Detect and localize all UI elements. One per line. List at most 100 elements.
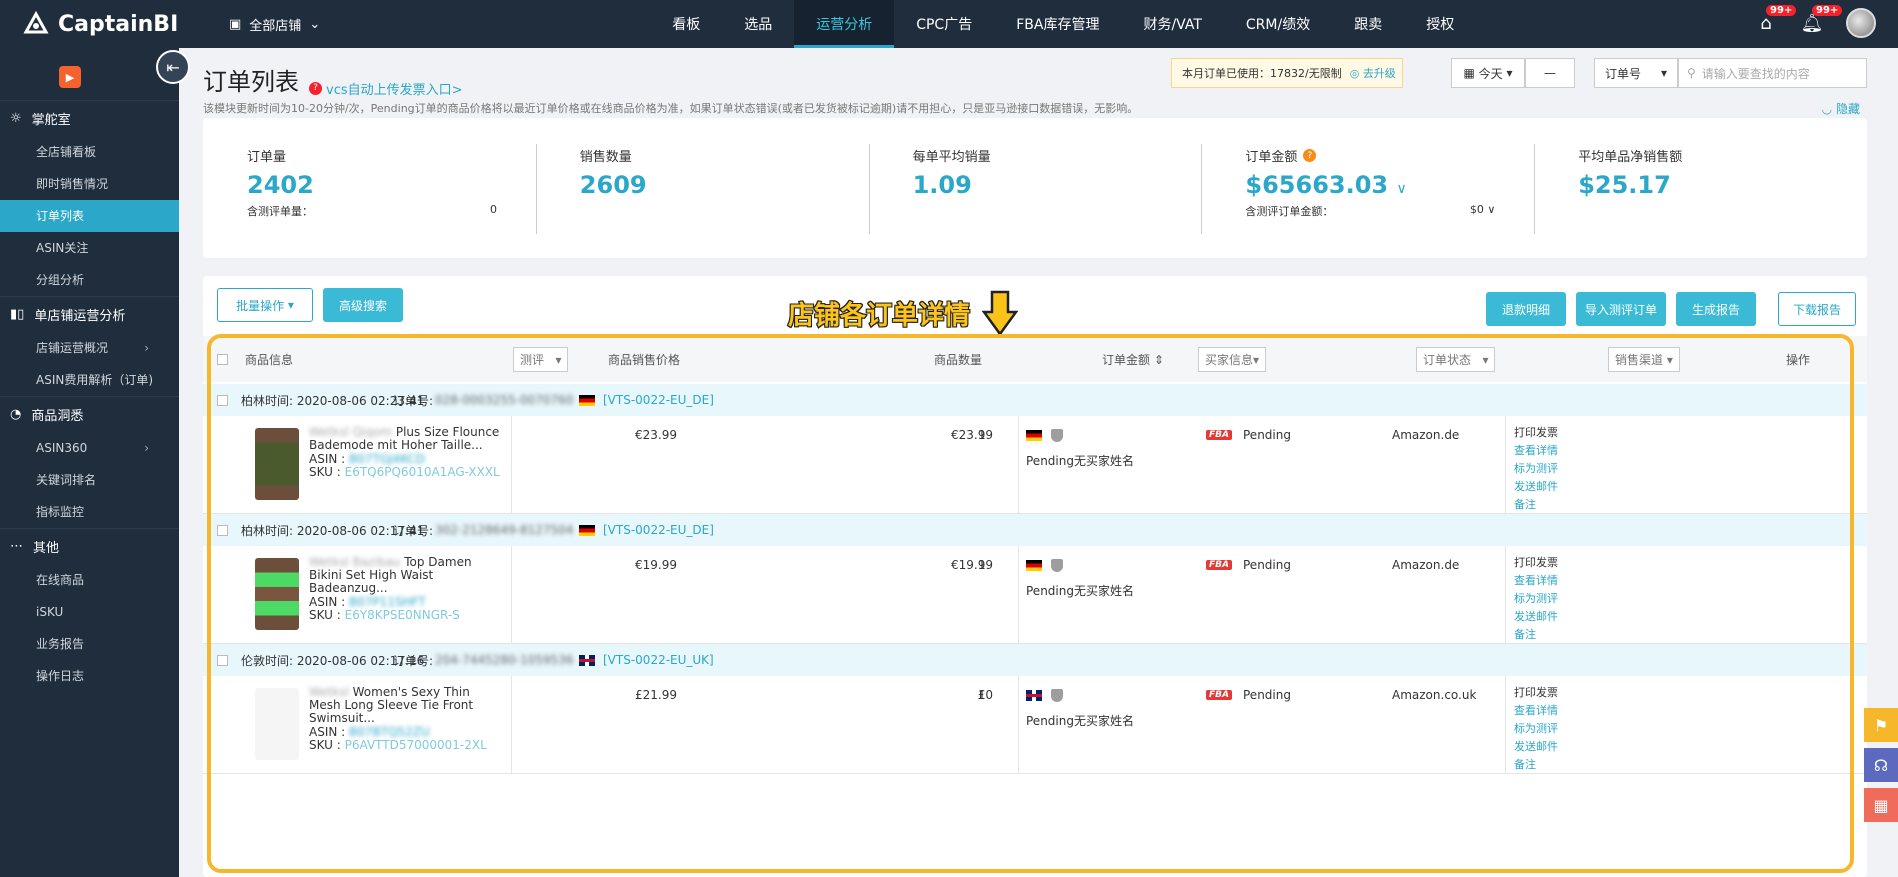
order-action-2[interactable]: 标为测评 <box>1514 460 1558 478</box>
store-link[interactable]: [VTS-0022-EU_DE] <box>603 393 714 407</box>
order-action-0[interactable]: 打印发票 <box>1514 554 1558 572</box>
store-selector[interactable]: ▣ 全部店铺 ⌄ <box>229 15 320 34</box>
help-icon[interactable]: ? <box>1303 149 1317 162</box>
order-action-3[interactable]: 发送邮件 <box>1514 478 1558 496</box>
gift-icon[interactable]: ▦ <box>1864 788 1898 822</box>
asin-value[interactable]: B07TGJ4KCD <box>349 452 425 466</box>
vcs-upload-link[interactable]: ? vcs自动上传发票入口> <box>309 79 463 98</box>
announcement-button[interactable]: ⌂ 99+ <box>1754 5 1797 35</box>
asin-value[interactable]: B07BTQ52ZU <box>349 725 430 739</box>
download-report-button[interactable]: 下载报告 <box>1778 292 1856 326</box>
sidebar-section[interactable]: ▮▯ 单店铺运营分析 <box>0 296 179 332</box>
sidebar-item[interactable]: 订单列表 <box>0 200 179 232</box>
buyer-filter[interactable]: 买家信息▾ <box>1198 346 1267 372</box>
upgrade-link[interactable]: ◎ 去升级 <box>1350 65 1396 81</box>
order-amount: £0 <box>977 688 993 702</box>
chevron-down-icon[interactable]: ∨ <box>1396 181 1406 197</box>
order-action-1[interactable]: 查看详情 <box>1514 442 1558 460</box>
search-input[interactable]: ⚲ 请输入要查找的内容 <box>1678 58 1867 88</box>
nav-item[interactable]: FBA库存管理 <box>994 0 1121 48</box>
import-review-orders-button[interactable]: 导入测评订单 <box>1576 292 1666 326</box>
select-all-checkbox[interactable] <box>217 353 228 365</box>
date-selector[interactable]: ▦ 今天 ▾ <box>1451 58 1525 88</box>
search-type-select[interactable]: 订单号 ▾ <box>1594 58 1678 88</box>
sidebar-item[interactable]: 关键词排名 <box>0 464 179 496</box>
asin-value[interactable]: B07P11SHFT <box>349 595 426 609</box>
order-action-1[interactable]: 查看详情 <box>1514 702 1558 720</box>
sidebar-item[interactable]: 分组分析 <box>0 264 179 296</box>
sidebar-section[interactable]: ◔ 商品洞悉 <box>0 396 179 432</box>
headset-icon[interactable]: ☊ <box>1864 748 1898 782</box>
product-title[interactable]: Wetksl Qiqom Plus Size Flounce Bademode … <box>309 426 505 452</box>
sidebar-item[interactable]: ASIN费用解析（订单) <box>0 364 179 396</box>
sidebar-item[interactable]: 全店铺看板 <box>0 136 179 168</box>
nav-item[interactable]: CPC广告 <box>894 0 994 48</box>
order-action-4[interactable]: 备注 <box>1514 626 1558 644</box>
order-action-3[interactable]: 发送邮件 <box>1514 608 1558 626</box>
sidebar-item[interactable]: ASIN360 › <box>0 432 179 464</box>
notification-button[interactable]: 🔔︎ 99+ <box>1800 5 1843 35</box>
sidebar-item[interactable]: ASIN关注 <box>0 232 179 264</box>
sku-value[interactable]: E6TQ6PQ6010A1AG-XXXL <box>345 465 500 479</box>
order-action-1[interactable]: 查看详情 <box>1514 572 1558 590</box>
date-range-button[interactable]: — <box>1525 58 1575 88</box>
order-action-0[interactable]: 打印发票 <box>1514 424 1558 442</box>
order-checkbox[interactable] <box>217 654 228 666</box>
collapse-sidebar-button[interactable]: ⇤ <box>156 50 190 84</box>
channel-filter[interactable]: 销售渠道 ▾ <box>1608 346 1680 372</box>
play-icon[interactable]: ▶ <box>59 66 81 88</box>
store-link[interactable]: [VTS-0022-EU_UK] <box>603 653 714 667</box>
nav-item[interactable]: CRM/绩效 <box>1224 0 1332 48</box>
sidebar-item[interactable]: 业务报告 <box>0 628 179 660</box>
order-checkbox[interactable] <box>217 524 228 536</box>
bulk-actions-button[interactable]: 批量操作 ▾ <box>217 288 313 322</box>
sidebar-item-label: 即时销售情况 <box>36 177 109 191</box>
refund-details-button[interactable]: 退款明细 <box>1486 292 1566 326</box>
sidebar-section[interactable]: ☼ 掌舵室 <box>0 100 179 136</box>
nav-item[interactable]: 看板 <box>650 0 722 48</box>
bar-chart-icon: ▮▯ <box>10 307 25 322</box>
order-checkbox[interactable] <box>217 394 228 406</box>
sidebar-item[interactable]: 在线商品 <box>0 564 179 596</box>
product-image[interactable] <box>255 558 299 630</box>
product-title[interactable]: Wetksl Women's Sexy Thin Mesh Long Sleev… <box>309 686 505 725</box>
sidebar-item[interactable]: iSKU <box>0 596 179 628</box>
order-number: 204-7445280-1059536 <box>435 653 574 667</box>
advanced-search-button[interactable]: 高级搜索 <box>323 288 403 322</box>
sku-value[interactable]: E6Y8KPSE0NNGR-S <box>345 608 460 622</box>
status-filter[interactable]: 订单状态 ▾ <box>1416 346 1496 372</box>
nav-item[interactable]: 财务/VAT <box>1121 0 1223 48</box>
product-title[interactable]: Wetksl Bazibau Top Damen Bikini Set High… <box>309 556 505 595</box>
stat-value: 1.09 <box>912 171 972 199</box>
avatar[interactable] <box>1846 8 1876 38</box>
product-image[interactable] <box>255 688 299 760</box>
sidebar-item[interactable]: 指标监控 <box>0 496 179 528</box>
order-action-3[interactable]: 发送邮件 <box>1514 738 1558 756</box>
nav-item[interactable]: 跟卖 <box>1332 0 1404 48</box>
sidebar-item[interactable]: 即时销售情况 <box>0 168 179 200</box>
sku-row: SKU : E6Y8KPSE0NNGR-S <box>309 609 505 622</box>
order-action-4[interactable]: 备注 <box>1514 496 1558 514</box>
sku-value[interactable]: P6AVTTD57000001-2XL <box>345 738 487 752</box>
caret-down-icon: ▾ <box>1660 66 1667 80</box>
nav-item[interactable]: 运营分析 <box>794 0 895 48</box>
sidebar-item[interactable]: 操作日志 <box>0 660 179 692</box>
nav-item[interactable]: 授权 <box>1404 0 1476 48</box>
header-amount[interactable]: 订单金额 ⇕ <box>1102 351 1164 368</box>
order-action-0[interactable]: 打印发票 <box>1514 684 1558 702</box>
order-status: Pending <box>1243 428 1291 442</box>
product-image[interactable] <box>255 428 299 500</box>
order-action-2[interactable]: 标为测评 <box>1514 720 1558 738</box>
logo[interactable]: CaptainBI <box>0 10 179 38</box>
store-link[interactable]: [VTS-0022-EU_DE] <box>603 523 714 537</box>
review-filter[interactable]: 测评 ▾ <box>513 346 569 372</box>
sidebar-section[interactable]: ⋯ 其他 <box>0 528 179 564</box>
sidebar-item[interactable]: 店铺运营概况 › <box>0 332 179 364</box>
generate-report-button[interactable]: 生成报告 <box>1676 292 1756 326</box>
stat-sub-label: 含测评单量： <box>247 205 313 218</box>
order-action-4[interactable]: 备注 <box>1514 756 1558 774</box>
hide-button[interactable]: ◡ 隐藏 <box>1822 100 1860 117</box>
bookmark-icon[interactable]: ⚑ <box>1864 708 1898 742</box>
nav-item[interactable]: 选品 <box>722 0 794 48</box>
order-action-2[interactable]: 标为测评 <box>1514 590 1558 608</box>
